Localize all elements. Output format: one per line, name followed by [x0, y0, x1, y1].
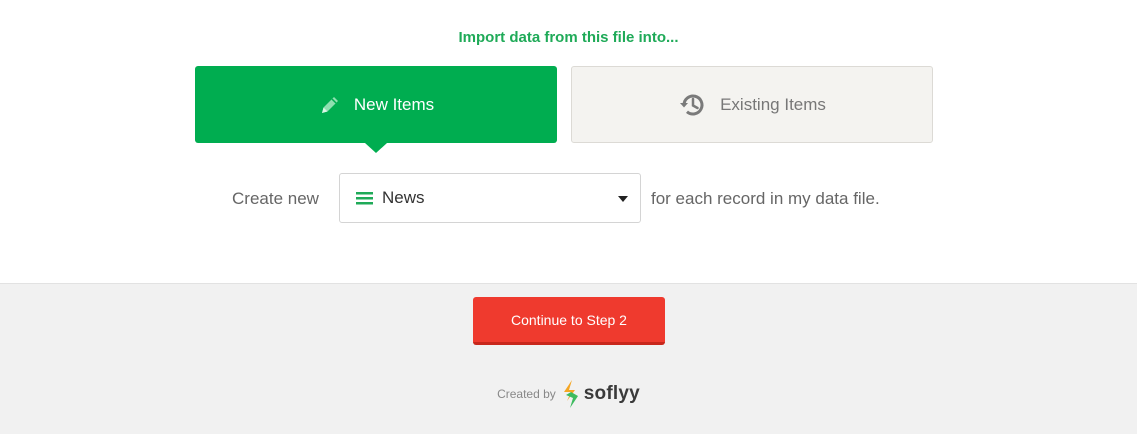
- post-type-value: News: [382, 188, 425, 207]
- create-new-suffix: for each record in my data file.: [651, 189, 880, 208]
- pencil-icon: [318, 93, 342, 117]
- footer: Continue to Step 2 Created by soflyy: [0, 283, 1137, 434]
- continue-button[interactable]: Continue to Step 2: [473, 297, 665, 345]
- import-target-panel: Import data from this file into... New I…: [0, 0, 1137, 283]
- existing-items-label: Existing Items: [720, 94, 826, 114]
- create-new-label: Create new: [232, 189, 319, 208]
- soflyy-logo-icon: [562, 379, 580, 409]
- existing-items-option[interactable]: Existing Items: [571, 66, 933, 143]
- new-items-label: New Items: [353, 94, 435, 114]
- new-items-option[interactable]: New Items: [195, 66, 557, 153]
- created-by-label: Created by: [497, 387, 556, 401]
- list-icon: [356, 191, 373, 205]
- import-heading: Import data from this file into...: [458, 29, 679, 46]
- history-icon: [678, 90, 708, 120]
- post-type-select[interactable]: News: [339, 173, 641, 223]
- credit: Created by soflyy: [0, 379, 1137, 409]
- soflyy-brand[interactable]: soflyy: [584, 383, 640, 405]
- create-new-row: Create new News for each record in my da…: [0, 173, 1137, 223]
- chevron-down-icon: [618, 196, 628, 202]
